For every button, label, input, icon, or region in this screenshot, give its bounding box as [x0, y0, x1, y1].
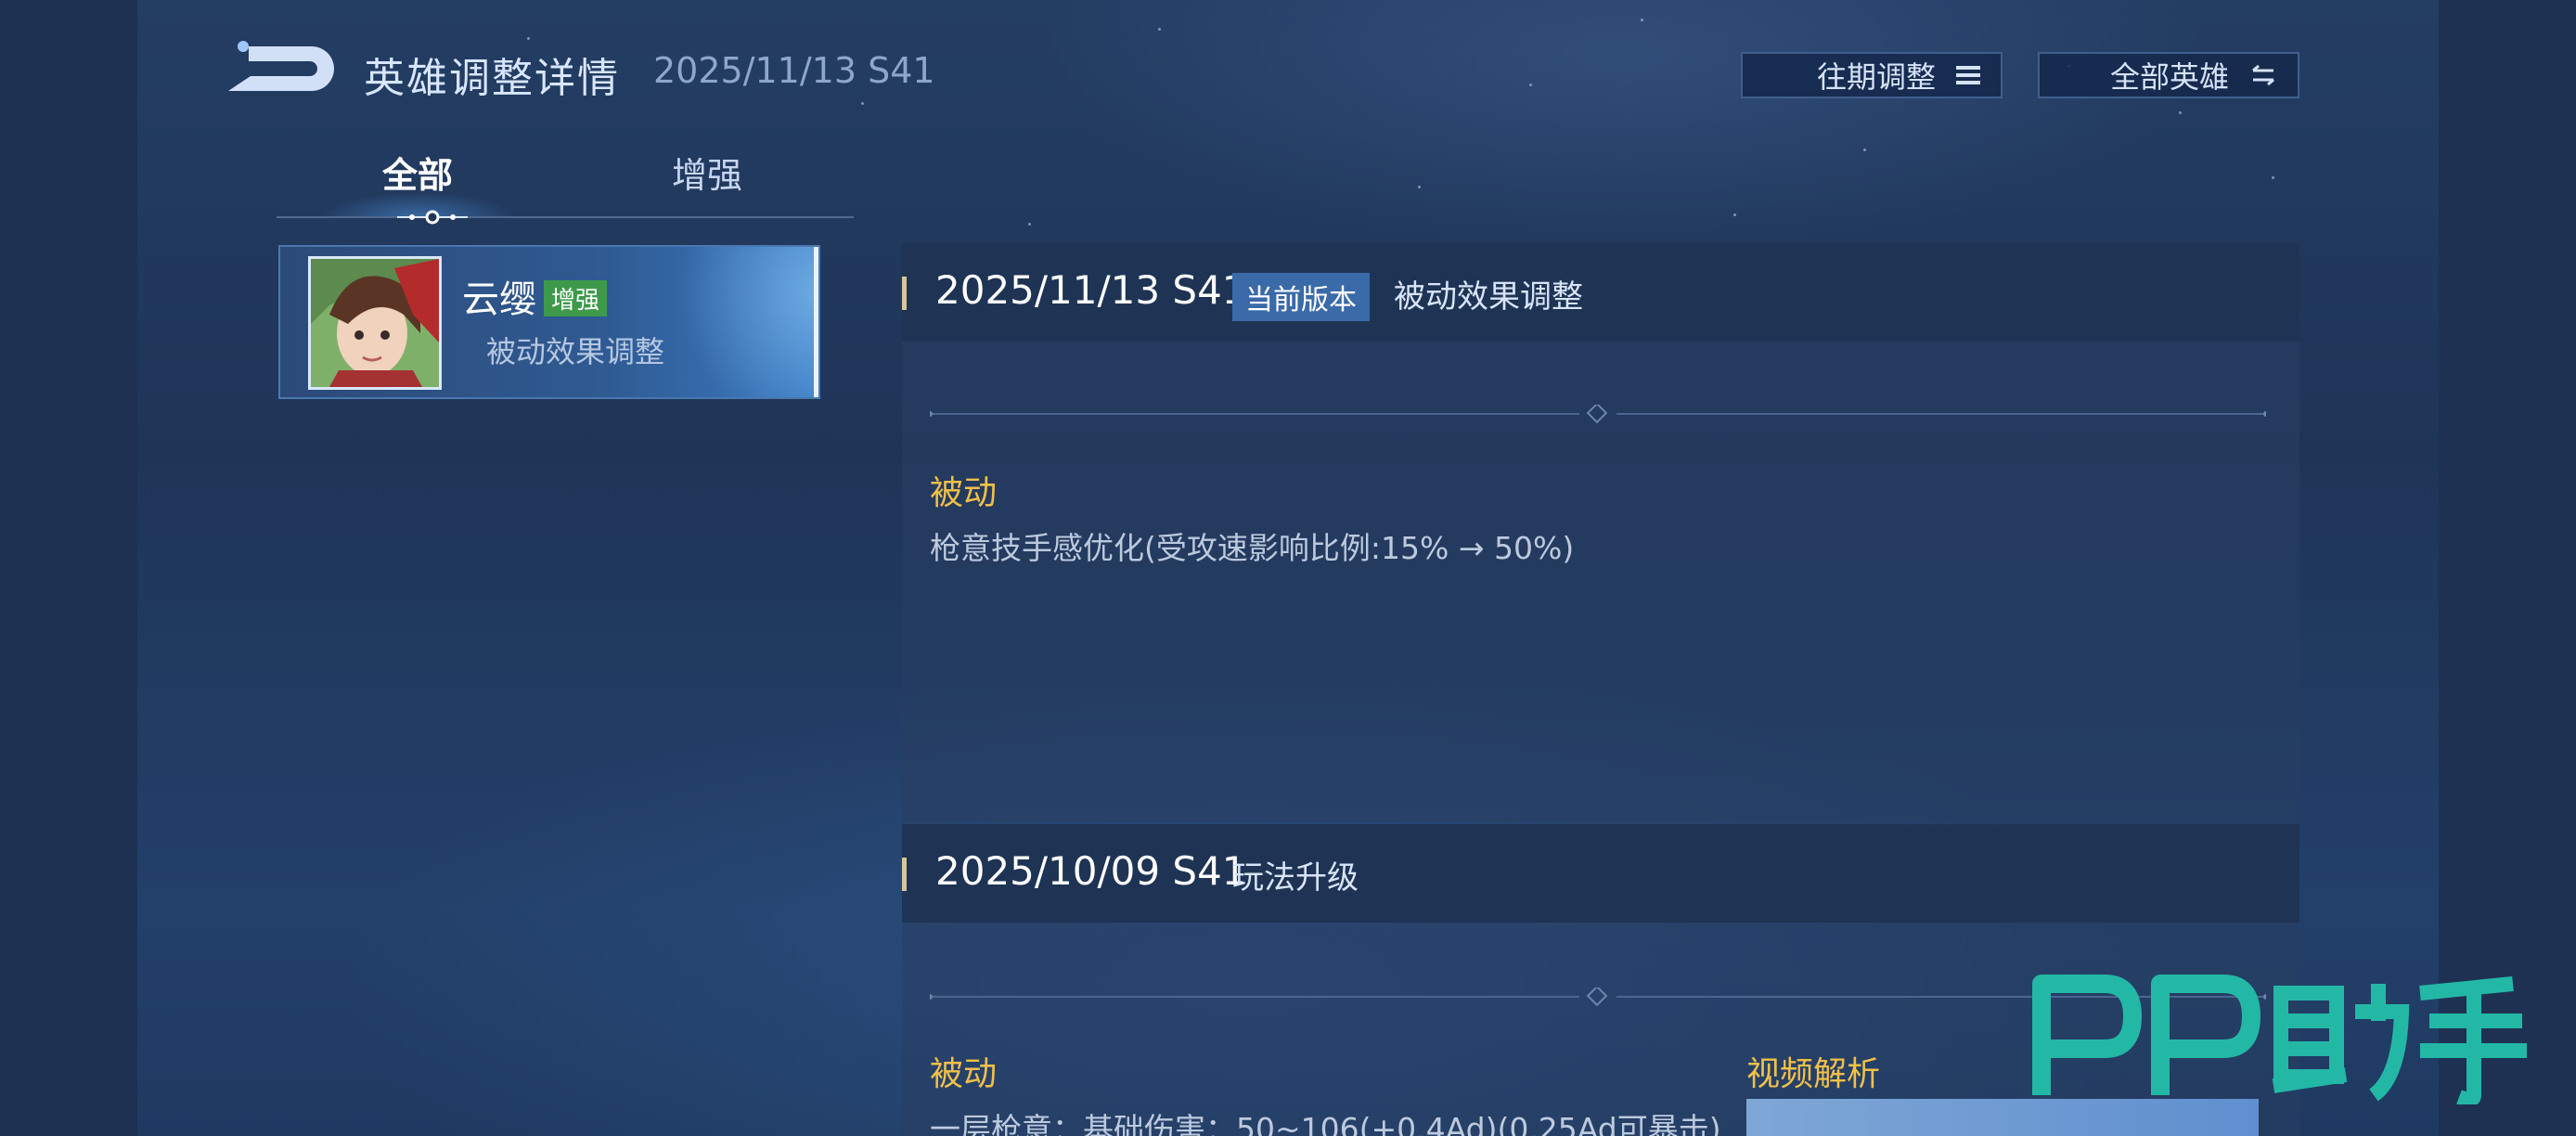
hero-avatar [308, 256, 442, 390]
selected-edge [814, 247, 818, 397]
version-note: 被动效果调整 [1394, 278, 1583, 316]
list-icon [1956, 66, 1980, 84]
all-heroes-button[interactable]: 全部英雄 [2038, 52, 2299, 98]
tab-underline [277, 216, 854, 218]
skill-change-text: 枪意技手感优化(受攻速影响比例:15% → 50%) [930, 530, 1575, 566]
hero-portrait-icon [311, 259, 439, 387]
page-subtitle: 2025/11/13 S41 [653, 50, 935, 91]
skill-section-title: 被动 [930, 474, 998, 512]
video-analysis-title: 视频解析 [1746, 1055, 1881, 1093]
version-date: 2025/11/13 S41 [935, 267, 1247, 313]
current-version-badge: 当前版本 [1232, 273, 1370, 321]
swap-icon [2252, 64, 2274, 86]
version-accent [902, 858, 907, 891]
version-header-2: 2025/10/09 S41 玩法升级 [902, 824, 2299, 923]
card-sheen [633, 247, 818, 397]
divider-ornament-icon [930, 405, 2266, 423]
skill-section-title: 被动 [930, 1055, 998, 1093]
back-button[interactable] [219, 39, 340, 100]
hero-list-item[interactable]: 云缨 增强 被动效果调整 [278, 245, 820, 399]
change-panel-1: 被动 枪意技手感优化(受攻速影响比例:15% → 50%) [902, 342, 2299, 822]
tab-indicator-icon [397, 210, 468, 225]
history-adjustments-button[interactable]: 往期调整 [1741, 52, 2003, 98]
back-arrow-icon [228, 41, 334, 91]
pp-assistant-watermark-logo [2032, 975, 2527, 1104]
skill-change-text: 一层枪意：基础伤害：50~106(+0.4Ad)(0.25Ad可暴击) [930, 1111, 1721, 1136]
hero-status-badge: 增强 [544, 280, 608, 316]
hero-name: 云缨 [462, 278, 536, 321]
version-date: 2025/10/09 S41 [935, 848, 1247, 894]
version-header-1: 2025/11/13 S41 当前版本 被动效果调整 [902, 243, 2299, 342]
tab-buff[interactable]: 增强 [672, 147, 742, 198]
tab-all[interactable]: 全部 [382, 147, 453, 198]
all-heroes-label: 全部英雄 [2109, 59, 2229, 95]
video-thumbnail[interactable] [1746, 1099, 2259, 1136]
version-accent [902, 277, 907, 310]
hero-summary: 被动效果调整 [486, 334, 665, 369]
version-note: 玩法升级 [1232, 859, 1359, 897]
history-adjustments-label: 往期调整 [1816, 59, 1936, 95]
page-title: 英雄调整详情 [364, 55, 620, 102]
